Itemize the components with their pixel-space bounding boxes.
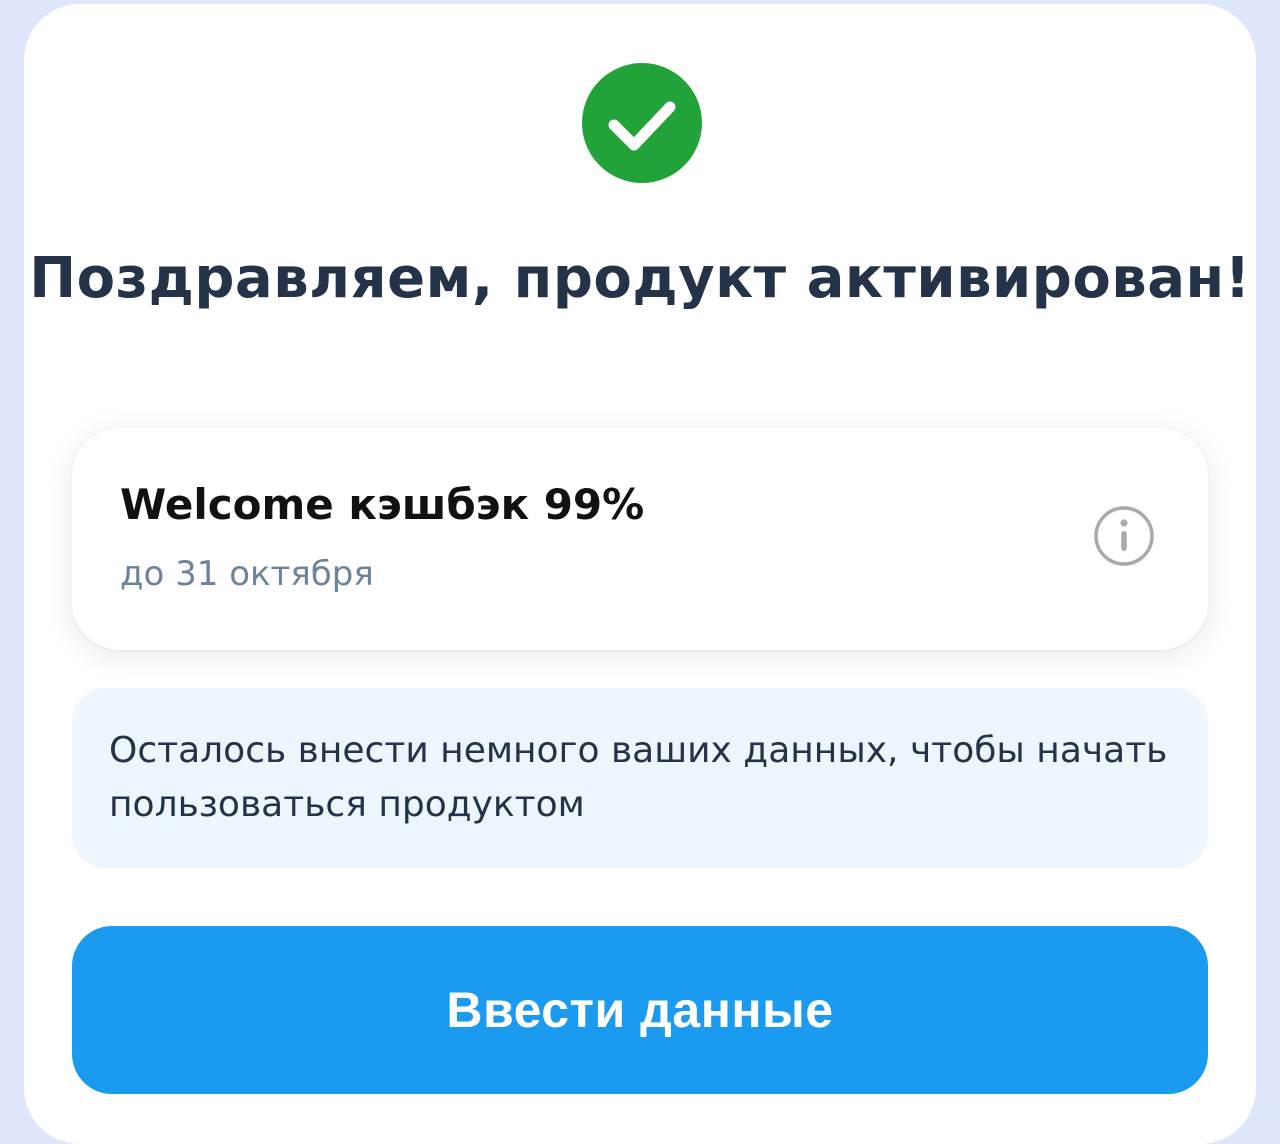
promo-title: Welcome кэшбэк 99%: [120, 480, 645, 529]
success-sheet: Поздравляем, продукт активирован! Welcom…: [24, 4, 1256, 1144]
info-icon[interactable]: [1092, 504, 1156, 568]
promo-card[interactable]: Welcome кэшбэк 99% до 31 октября: [72, 428, 1208, 650]
enter-data-button-label: Ввести данные: [446, 982, 834, 1038]
page-title: Поздравляем, продукт активирован!: [29, 246, 1251, 311]
notice-box: Осталось внести немного ваших данных, чт…: [72, 688, 1208, 868]
check-circle-icon: [582, 63, 702, 183]
promo-expiry: до 31 октября: [120, 554, 374, 594]
notice-text: Осталось внести немного ваших данных, чт…: [109, 730, 1168, 825]
screen: Поздравляем, продукт активирован! Welcom…: [0, 0, 1280, 1144]
enter-data-button[interactable]: Ввести данные: [72, 926, 1208, 1094]
